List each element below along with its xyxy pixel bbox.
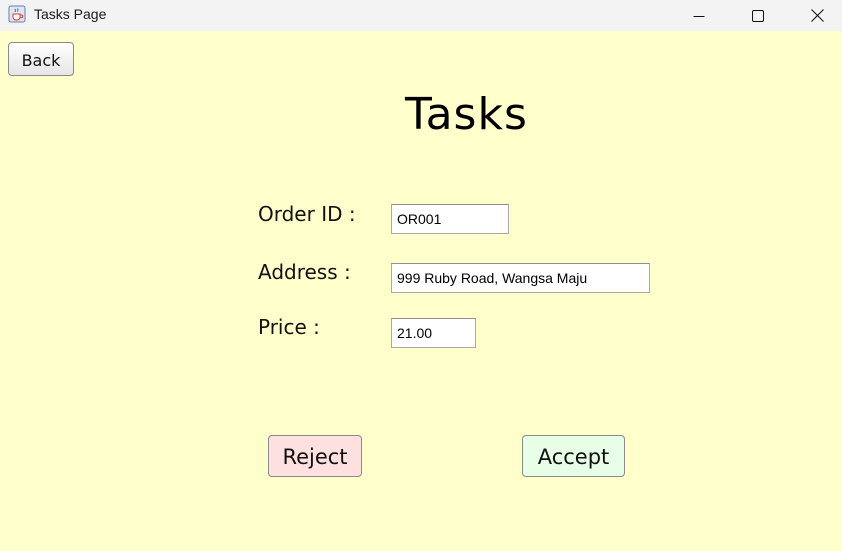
close-icon (810, 9, 824, 22)
close-button[interactable] (788, 0, 842, 31)
address-field[interactable] (391, 263, 650, 293)
tasks-window: Tasks Page Back Tasks Order ID : Address… (0, 0, 842, 551)
accept-button[interactable]: Accept (522, 435, 625, 477)
minimize-icon (693, 15, 705, 17)
maximize-button[interactable] (729, 0, 787, 31)
java-cup-icon (8, 5, 26, 23)
price-label: Price : (258, 315, 320, 339)
page-title: Tasks (405, 89, 528, 140)
back-button[interactable]: Back (8, 42, 74, 76)
maximize-icon (752, 9, 764, 22)
reject-button[interactable]: Reject (268, 435, 362, 477)
price-field[interactable] (391, 318, 476, 348)
order-id-field[interactable] (391, 204, 509, 234)
minimize-button[interactable] (670, 0, 728, 31)
title-bar: Tasks Page (0, 0, 842, 31)
address-label: Address : (258, 260, 351, 284)
window-title: Tasks Page (34, 6, 107, 22)
content-panel: Back Tasks Order ID : Address : Price : … (0, 31, 842, 551)
order-id-label: Order ID : (258, 202, 356, 226)
